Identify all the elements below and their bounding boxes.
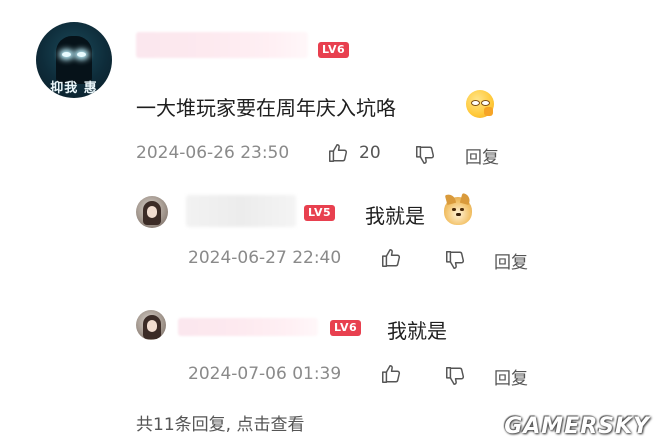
reply-avatar[interactable] xyxy=(136,310,166,340)
like-icon[interactable] xyxy=(380,363,402,385)
reply-button[interactable]: 回复 xyxy=(494,364,528,389)
comment-timestamp: 2024-06-26 23:50 xyxy=(136,143,290,163)
level-badge: LV6 xyxy=(330,320,362,336)
user-avatar[interactable]: 抑我 惠 xyxy=(36,22,112,98)
thinking-face-emoji xyxy=(466,90,494,118)
reply-timestamp: 2024-06-27 22:40 xyxy=(188,248,342,268)
avatar-text: 抑我 惠 xyxy=(50,81,98,96)
reply-text: 我就是 xyxy=(365,204,425,228)
like-icon[interactable] xyxy=(327,142,349,164)
dislike-icon[interactable] xyxy=(444,365,466,387)
reply-timestamp: 2024-07-06 01:39 xyxy=(188,364,342,384)
doge-emoji xyxy=(444,193,472,225)
level-badge: LV6 xyxy=(318,42,350,58)
reply-button[interactable]: 回复 xyxy=(465,143,499,168)
level-badge: LV5 xyxy=(304,205,336,221)
watermark: GAMERSKY xyxy=(504,414,650,439)
reply-button[interactable]: 回复 xyxy=(494,248,528,273)
comment-text: 一大堆玩家要在周年庆入坑咯 xyxy=(136,96,396,120)
username-blurred[interactable] xyxy=(186,195,296,227)
reply-avatar[interactable] xyxy=(136,196,168,228)
view-all-replies-link[interactable]: 共11条回复, 点击查看 xyxy=(136,410,304,435)
username-blurred[interactable] xyxy=(136,32,308,58)
dislike-icon[interactable] xyxy=(414,144,436,166)
username-blurred[interactable] xyxy=(178,318,318,336)
dislike-icon[interactable] xyxy=(444,249,466,271)
like-icon[interactable] xyxy=(380,247,402,269)
reply-text: 我就是 xyxy=(387,319,447,343)
like-count: 20 xyxy=(359,143,381,163)
